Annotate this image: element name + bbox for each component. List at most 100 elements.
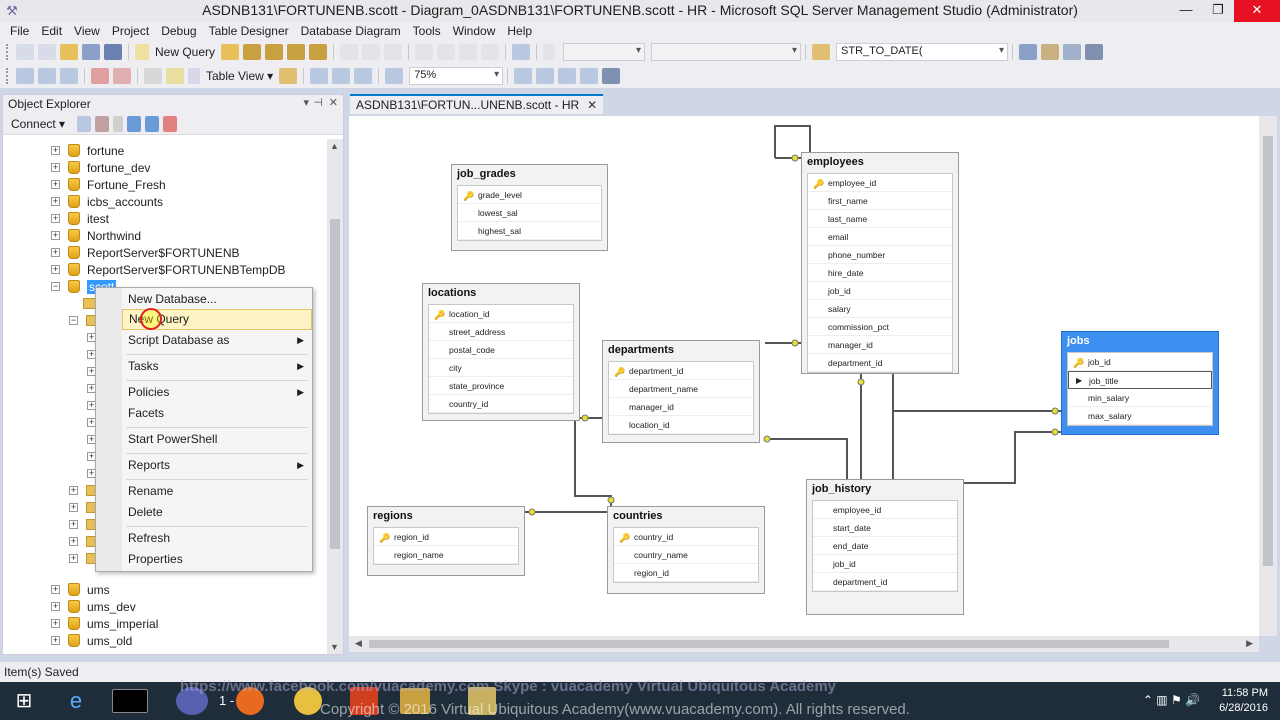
menu-item-delete[interactable]: Delete: [122, 502, 312, 523]
xmla-query-icon[interactable]: [309, 44, 328, 60]
column-row[interactable]: department_id: [808, 354, 952, 372]
mdx-query-icon[interactable]: [265, 44, 284, 60]
menu-window[interactable]: Window: [447, 24, 502, 38]
arrange-selection-icon[interactable]: [310, 68, 329, 84]
tree-node-db[interactable]: + fortune_dev: [51, 159, 150, 176]
close-button[interactable]: ✕: [1234, 0, 1280, 22]
diagram-document-tab[interactable]: ASDNB131\FORTUN...UNENB.scott - HR ✕: [350, 94, 604, 114]
menu-help[interactable]: Help: [501, 24, 538, 38]
add-table-icon[interactable]: [38, 68, 56, 84]
table-departments[interactable]: departments 🔑 department_id department_na…: [602, 340, 760, 443]
scroll-thumb[interactable]: [369, 640, 1169, 648]
column-row[interactable]: hire_date: [808, 264, 952, 282]
grid-icon[interactable]: [580, 68, 599, 84]
column-row[interactable]: 🔑 country_id: [614, 528, 758, 546]
delete-from-db-icon[interactable]: [91, 68, 109, 84]
toolbar-grip[interactable]: [6, 44, 10, 60]
menu-debug[interactable]: Debug: [155, 24, 202, 38]
column-row[interactable]: country_id: [429, 395, 573, 413]
table-view-dropdown[interactable]: Table View ▾: [202, 69, 277, 83]
show-relationship-labels-icon[interactable]: [514, 68, 533, 84]
column-row[interactable]: region_name: [374, 546, 518, 564]
arrange-tables-icon[interactable]: [332, 68, 351, 84]
more-tools-icon[interactable]: [602, 68, 621, 84]
toolbox-icon[interactable]: [1063, 44, 1082, 60]
column-row[interactable]: manager_id: [609, 398, 753, 416]
scroll-left-icon[interactable]: ◀: [355, 638, 362, 649]
column-row[interactable]: email: [808, 228, 952, 246]
scroll-right-icon[interactable]: ▶: [1246, 638, 1253, 649]
open-file-icon[interactable]: [60, 44, 78, 60]
menu-item-start-powershell[interactable]: Start PowerShell: [122, 429, 312, 450]
column-row[interactable]: 🔑 department_id: [609, 362, 753, 380]
find-icon[interactable]: [812, 44, 831, 60]
column-row[interactable]: region_id: [614, 564, 758, 582]
add-item-icon[interactable]: [38, 44, 56, 60]
diagram-vertical-scrollbar[interactable]: [1259, 116, 1277, 636]
column-row[interactable]: location_id: [609, 416, 753, 434]
expand-icon[interactable]: +: [51, 602, 60, 611]
refresh-icon[interactable]: [163, 115, 178, 132]
filter-icon[interactable]: [127, 115, 142, 132]
column-row[interactable]: highest_sal: [458, 222, 601, 240]
volume-icon[interactable]: 🔊: [1185, 693, 1200, 707]
menu-item-properties[interactable]: Properties: [122, 549, 312, 570]
set-primary-key-icon[interactable]: [166, 68, 184, 84]
menu-item-tasks[interactable]: Tasks ▶: [122, 356, 312, 377]
menu-file[interactable]: File: [4, 24, 35, 38]
connect-icon[interactable]: [77, 115, 92, 132]
expand-icon[interactable]: +: [51, 265, 60, 274]
execute-icon[interactable]: [543, 44, 556, 60]
expand-icon[interactable]: +: [51, 619, 60, 628]
disconnect-icon[interactable]: [95, 115, 110, 132]
expand-icon[interactable]: +: [51, 180, 60, 189]
column-row[interactable]: department_name: [609, 380, 753, 398]
column-row-selected[interactable]: ▶ job_title: [1068, 371, 1212, 389]
column-row[interactable]: job_id: [813, 555, 957, 573]
tree-node-db[interactable]: + ums_imperial: [51, 615, 158, 632]
column-row[interactable]: manager_id: [808, 336, 952, 354]
expand-icon[interactable]: +: [69, 503, 78, 512]
column-row[interactable]: city: [429, 359, 573, 377]
expand-icon[interactable]: +: [69, 520, 78, 529]
window-position-icon[interactable]: ▾: [303, 96, 309, 109]
internet-explorer-icon[interactable]: e: [56, 685, 96, 717]
view-page-breaks-icon[interactable]: [536, 68, 555, 84]
table-locations[interactable]: locations 🔑 location_id street_address po…: [422, 283, 580, 421]
column-row[interactable]: end_date: [813, 537, 957, 555]
db-engine-query-icon[interactable]: [221, 44, 240, 60]
tree-node-db[interactable]: + ums_dev: [51, 598, 136, 615]
paste-icon[interactable]: [384, 44, 403, 60]
flag-icon[interactable]: ⚑: [1171, 693, 1182, 707]
object-explorer-scrollbar[interactable]: ▲ ▼: [327, 139, 343, 654]
filter-settings-icon[interactable]: [145, 115, 160, 132]
column-row[interactable]: street_address: [429, 323, 573, 341]
save-all-icon[interactable]: [104, 44, 122, 60]
tree-node-db[interactable]: + Fortune_Fresh: [51, 176, 166, 193]
close-panel-icon[interactable]: ✕: [329, 96, 338, 109]
tree-node-db[interactable]: + icbs_accounts: [51, 193, 163, 210]
column-row[interactable]: employee_id: [813, 501, 957, 519]
menu-database-diagram[interactable]: Database Diagram: [295, 24, 407, 38]
tree-node-db[interactable]: + ReportServer$FORTUNENBTempDB: [51, 261, 286, 278]
scroll-up-icon[interactable]: ▲: [330, 141, 339, 151]
table-employees[interactable]: employees 🔑 employee_id first_name last_n…: [801, 152, 959, 374]
stop-icon[interactable]: [113, 115, 124, 132]
redo-icon[interactable]: [437, 44, 456, 60]
expand-icon[interactable]: +: [51, 163, 60, 172]
column-row[interactable]: 🔑 location_id: [429, 305, 573, 323]
activity-monitor-icon[interactable]: [512, 44, 531, 60]
scroll-down-icon[interactable]: ▼: [330, 642, 339, 652]
expand-icon[interactable]: +: [51, 146, 60, 155]
menu-item-reports[interactable]: Reports ▶: [122, 455, 312, 476]
tree-node-db[interactable]: + ReportServer$FORTUNENB: [51, 244, 239, 261]
column-row[interactable]: 🔑 region_id: [374, 528, 518, 546]
diagram-canvas[interactable]: job_grades 🔑 grade_level lowest_sal highe…: [349, 116, 1259, 636]
expand-icon[interactable]: +: [51, 248, 60, 257]
expand-icon[interactable]: +: [51, 197, 60, 206]
recalculate-page-breaks-icon[interactable]: [558, 68, 577, 84]
new-query-button[interactable]: New Query: [151, 45, 219, 59]
tree-node-db[interactable]: + itest: [51, 210, 109, 227]
cut-icon[interactable]: [340, 44, 359, 60]
new-project-icon[interactable]: [16, 44, 34, 60]
